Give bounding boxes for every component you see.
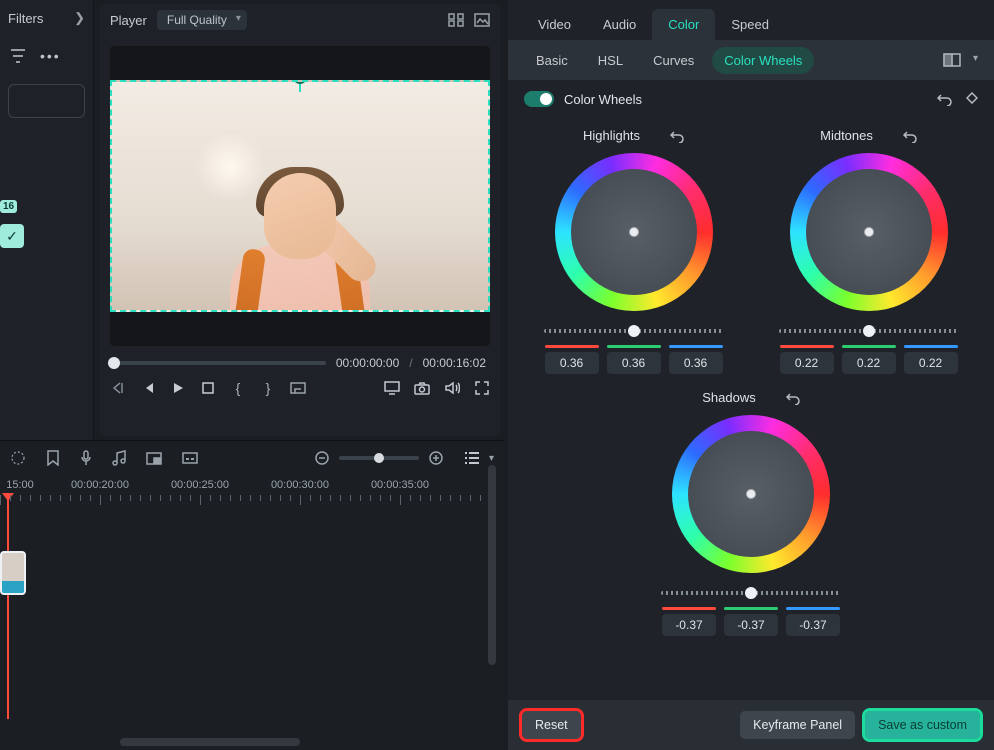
time-separator: / xyxy=(409,356,412,370)
reset-wheel-icon[interactable] xyxy=(670,129,684,143)
player-title: Player xyxy=(110,13,147,28)
color-wheel-highlights[interactable] xyxy=(555,153,713,311)
vertical-scrollbar[interactable] xyxy=(488,465,496,665)
ruler-label: 00:00:20:00 xyxy=(71,479,129,491)
b-value[interactable]: 0.36 xyxy=(669,352,723,374)
seek-slider[interactable] xyxy=(114,361,326,365)
undo-icon[interactable] xyxy=(937,92,952,106)
keyframe-panel-button[interactable]: Keyframe Panel xyxy=(740,711,855,739)
list-view-icon[interactable] xyxy=(465,452,479,464)
mic-icon[interactable] xyxy=(80,450,92,466)
r-value[interactable]: 0.36 xyxy=(545,352,599,374)
reset-wheel-icon[interactable] xyxy=(903,129,917,143)
color-tool-icon[interactable] xyxy=(10,450,26,466)
b-value[interactable]: -0.37 xyxy=(786,614,840,636)
subtab-curves[interactable]: Curves xyxy=(641,47,706,74)
subtab-basic[interactable]: Basic xyxy=(524,47,580,74)
monitor-icon[interactable] xyxy=(384,380,400,396)
g-value[interactable]: -0.37 xyxy=(724,614,778,636)
color-wheels-toggle[interactable] xyxy=(524,91,554,107)
music-icon[interactable] xyxy=(112,450,126,466)
play-icon[interactable] xyxy=(170,380,186,396)
timeline-panel: ▾ 15:00 00:00:20:00 00:00:25:00 00:00:30:00… xyxy=(0,440,504,750)
marker-tool-icon[interactable] xyxy=(46,450,60,466)
mark-out-icon[interactable]: } xyxy=(260,380,276,396)
pip-icon[interactable] xyxy=(146,452,162,465)
inspector-panel: VideoAudioColorSpeed BasicHSLCurvesColor… xyxy=(508,0,994,750)
quality-dropdown[interactable]: Full Quality xyxy=(157,10,247,30)
wheel-title: Midtones xyxy=(820,128,873,143)
tab-speed[interactable]: Speed xyxy=(715,9,785,40)
luma-slider-midtones[interactable] xyxy=(779,325,959,337)
g-value[interactable]: 0.36 xyxy=(607,352,661,374)
filters-panel-title: Filters xyxy=(8,11,43,26)
expand-icon[interactable]: ❯ xyxy=(74,10,85,26)
volume-icon[interactable] xyxy=(444,380,460,396)
duration: 00:00:16:02 xyxy=(423,356,486,370)
luma-slider-highlights[interactable] xyxy=(544,325,724,337)
step-back-icon[interactable] xyxy=(110,380,126,396)
duration-badge: 16 xyxy=(0,200,17,213)
horizontal-scrollbar[interactable] xyxy=(120,738,300,746)
zoom-slider[interactable] xyxy=(339,456,419,460)
subtab-hsl[interactable]: HSL xyxy=(586,47,635,74)
keyframe-diamond-icon[interactable] xyxy=(966,92,978,106)
tab-audio[interactable]: Audio xyxy=(587,9,652,40)
mark-in-icon[interactable]: { xyxy=(230,380,246,396)
b-value[interactable]: 0.22 xyxy=(904,352,958,374)
preview-playhead-icon[interactable] xyxy=(299,80,301,92)
wheel-shadows: Shadows -0.37 -0.37 -0.37 xyxy=(516,380,986,642)
wheel-highlights: Highlights 0.36 0.36 0.36 xyxy=(516,118,751,380)
zoom-out-icon[interactable] xyxy=(315,451,329,465)
filter-slot[interactable] xyxy=(8,84,85,118)
timeline-clip[interactable] xyxy=(0,551,26,595)
r-value[interactable]: 0.22 xyxy=(780,352,834,374)
chevron-down-icon[interactable]: ▾ xyxy=(973,53,978,67)
zoom-in-icon[interactable] xyxy=(429,451,443,465)
ruler-label: 00:00:25:00 xyxy=(171,479,229,491)
caption-icon[interactable] xyxy=(182,452,198,464)
image-view-icon[interactable] xyxy=(474,13,490,27)
applied-check-icon: ✓ xyxy=(0,224,24,248)
ruler-label: 00:00:30:00 xyxy=(271,479,329,491)
chevron-down-icon[interactable]: ▾ xyxy=(489,453,494,464)
reset-wheel-icon[interactable] xyxy=(786,391,800,405)
g-value[interactable]: 0.22 xyxy=(842,352,896,374)
fullscreen-icon[interactable] xyxy=(474,380,490,396)
save-as-custom-button[interactable]: Save as custom xyxy=(865,711,980,739)
tab-color[interactable]: Color xyxy=(652,9,715,40)
player-panel: Player Full Quality 00:00:00:00 xyxy=(100,4,500,436)
wheel-title: Shadows xyxy=(702,390,755,405)
snapshot-icon[interactable] xyxy=(414,380,430,396)
subtab-color-wheels[interactable]: Color Wheels xyxy=(712,47,814,74)
compare-icon[interactable] xyxy=(943,53,961,67)
timeline-ruler[interactable]: 15:00 00:00:20:00 00:00:25:00 00:00:30:00 00… xyxy=(0,475,504,507)
wheel-midtones: Midtones 0.22 0.22 0.22 xyxy=(751,118,986,380)
tab-video[interactable]: Video xyxy=(522,9,587,40)
play-backward-icon[interactable] xyxy=(140,380,156,396)
r-value[interactable]: -0.37 xyxy=(662,614,716,636)
reset-button[interactable]: Reset xyxy=(522,711,581,739)
luma-slider-shadows[interactable] xyxy=(661,587,841,599)
more-icon[interactable]: ••• xyxy=(40,48,61,64)
color-wheel-shadows[interactable] xyxy=(672,415,830,573)
video-preview[interactable] xyxy=(110,80,490,312)
wheel-title: Highlights xyxy=(583,128,640,143)
section-title: Color Wheels xyxy=(564,92,642,107)
grid-view-icon[interactable] xyxy=(448,13,464,27)
ruler-label: 00:00:35:00 xyxy=(371,479,429,491)
inspector-footer: Reset Keyframe Panel Save as custom xyxy=(508,700,994,750)
filter-icon[interactable] xyxy=(10,49,26,63)
stop-icon[interactable] xyxy=(200,380,216,396)
color-wheel-midtones[interactable] xyxy=(790,153,948,311)
current-time: 00:00:00:00 xyxy=(336,356,399,370)
ratio-icon[interactable] xyxy=(290,380,306,396)
ruler-label: 15:00 xyxy=(6,479,34,491)
